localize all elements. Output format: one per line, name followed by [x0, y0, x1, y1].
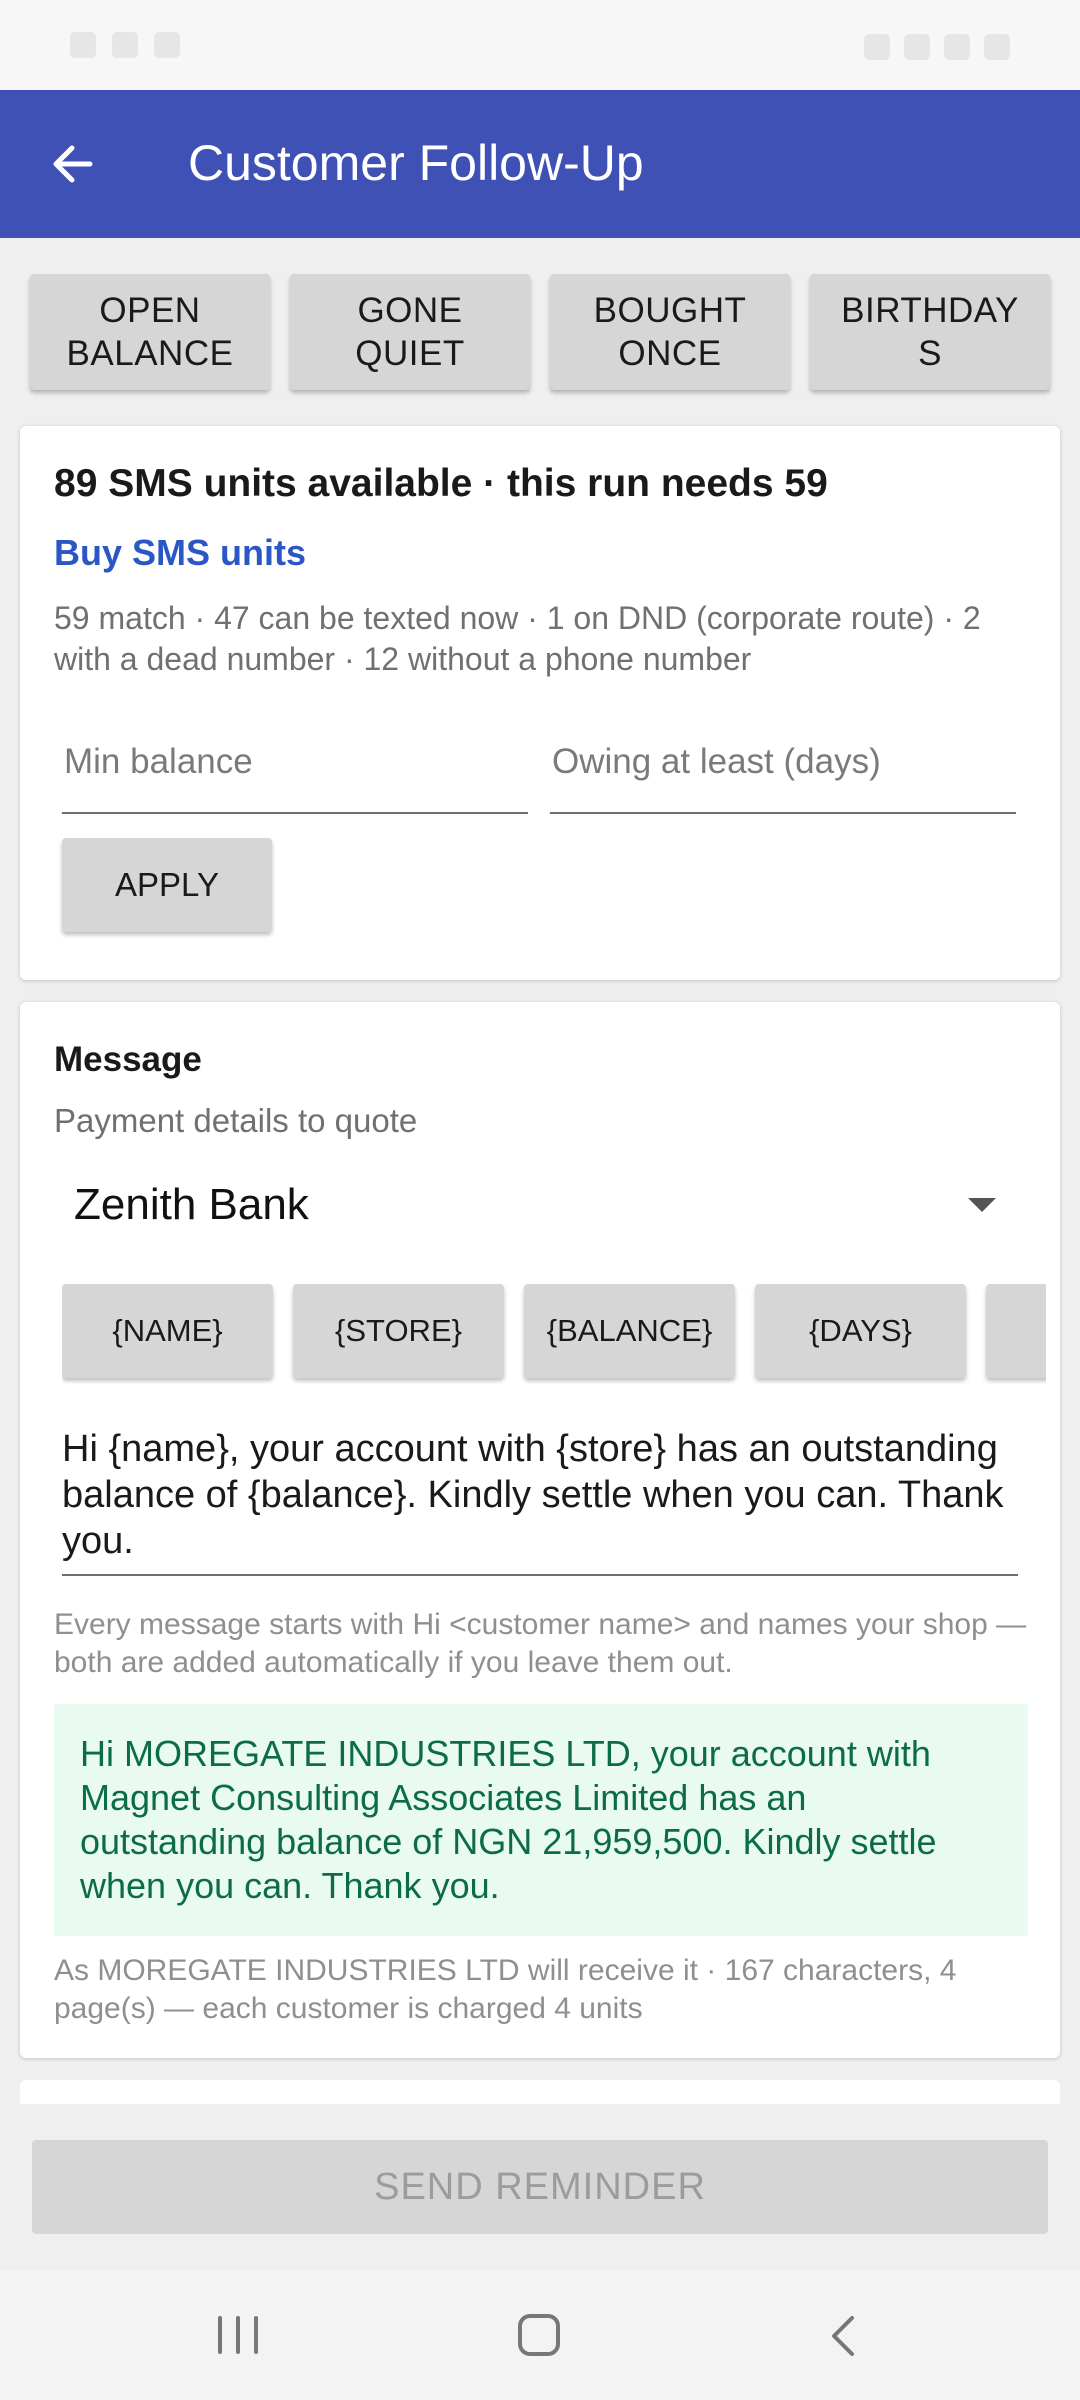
segment-open-balance[interactable]: OPEN BALANCE	[30, 274, 270, 390]
chevron-left-icon[interactable]	[822, 2314, 866, 2358]
message-template-input[interactable]: Hi {name}, your account with {store} has…	[62, 1426, 1018, 1576]
message-card: Message Payment details to quote Zenith …	[20, 1002, 1060, 2058]
back-button[interactable]	[30, 126, 114, 202]
mail-icon	[112, 32, 138, 58]
chip-balance[interactable]: {BALANCE}	[524, 1284, 735, 1378]
match-summary: 59 match · 47 can be texted now · 1 on D…	[54, 600, 981, 677]
bank-dropdown[interactable]: Zenith Bank	[54, 1162, 1024, 1248]
signal-icon	[944, 34, 970, 60]
segment-bought-once[interactable]: BOUGHT ONCE	[550, 274, 790, 390]
alarm-icon	[864, 34, 890, 60]
status-bar	[0, 0, 1080, 90]
wifi-icon	[904, 34, 930, 60]
message-hint: Every message starts with Hi <customer n…	[54, 1608, 1027, 1679]
message-preview: Hi MOREGATE INDUSTRIES LTD, your account…	[54, 1704, 1028, 1936]
segment-label-line: QUIET	[355, 334, 465, 373]
min-balance-field[interactable]	[62, 732, 528, 814]
sms-units-card: 89 SMS units available · this run needs …	[20, 426, 1060, 980]
segment-label-line: BALANCE	[66, 334, 234, 373]
preview-meta: As MOREGATE INDUSTRIES LTD will receive …	[54, 1954, 957, 2025]
chip-days[interactable]: {DAYS}	[755, 1284, 966, 1378]
chip-name[interactable]: {NAME}	[62, 1284, 273, 1378]
buy-sms-units-link[interactable]: Buy SMS units	[54, 532, 306, 574]
sms-units-heading: 89 SMS units available · this run needs …	[54, 462, 828, 505]
app-bar: Customer Follow-Up	[0, 90, 1080, 238]
min-balance-input[interactable]	[62, 732, 528, 792]
owing-days-input[interactable]	[550, 732, 1016, 792]
segment-label-line: OPEN	[99, 291, 201, 330]
segment-label-line: BOUGHT	[593, 291, 747, 330]
segment-label-line: ONCE	[618, 334, 722, 373]
chip-store[interactable]: {STORE}	[293, 1284, 504, 1378]
chip-partial[interactable]: {P	[986, 1284, 1046, 1378]
caret-down-icon	[968, 1198, 996, 1212]
segment-birthdays[interactable]: BIRTHDAY S	[810, 274, 1050, 390]
status-icons-left	[70, 32, 180, 58]
system-nav-bar	[0, 2270, 1080, 2400]
home-icon[interactable]	[518, 2314, 560, 2356]
page-title: Customer Follow-Up	[188, 135, 644, 191]
next-card-edge	[20, 2080, 1060, 2104]
segment-label-line: GONE	[357, 291, 463, 330]
arrow-left-icon	[53, 145, 93, 183]
notification-icon	[70, 32, 96, 58]
status-icons-right	[864, 34, 1010, 60]
placeholder-chips: {NAME} {STORE} {BALANCE} {DAYS} {P	[62, 1284, 1046, 1384]
recent-apps-icon[interactable]	[218, 2316, 258, 2356]
segment-tabs: OPEN BALANCE GONE QUIET BOUGHT ONCE BIRTHDA…	[30, 274, 1050, 390]
send-area: SEND REMINDER	[0, 2104, 1080, 2270]
bank-selected-value: Zenith Bank	[74, 1180, 309, 1229]
send-reminder-button[interactable]: SEND REMINDER	[32, 2140, 1048, 2234]
apply-button[interactable]: APPLY	[62, 838, 272, 932]
segment-label-line: S	[918, 334, 942, 373]
segment-gone-quiet[interactable]: GONE QUIET	[290, 274, 530, 390]
payment-details-label: Payment details to quote	[54, 1102, 418, 1139]
settings-icon	[154, 32, 180, 58]
segment-label-line: BIRTHDAY	[841, 291, 1019, 330]
battery-icon	[984, 34, 1010, 60]
owing-days-field[interactable]	[550, 732, 1016, 814]
message-heading: Message	[54, 1040, 202, 1079]
